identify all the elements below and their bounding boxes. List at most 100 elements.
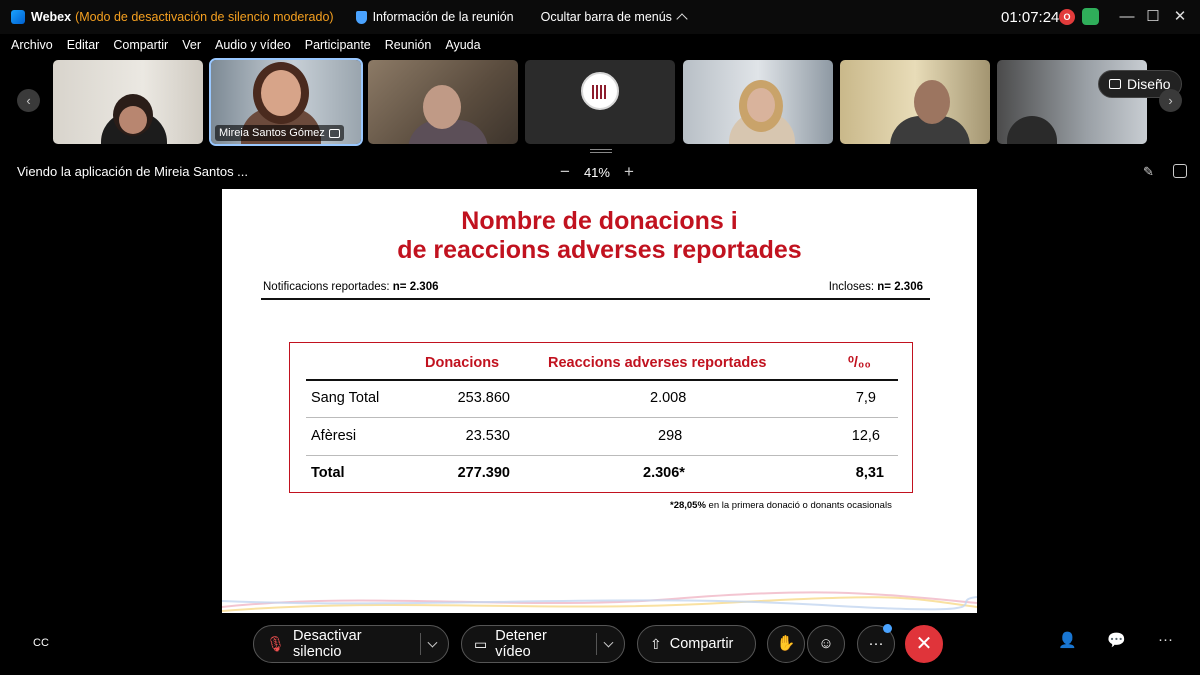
active-participant-name: Mireia Santos Gómez bbox=[219, 127, 325, 139]
included-label: Incloses: bbox=[828, 281, 875, 293]
notifications-reported: Notificacions reportades: n= 2.306 bbox=[263, 281, 438, 293]
row-donacions: 23.530 bbox=[465, 428, 510, 444]
captions-icon[interactable]: CC bbox=[22, 625, 60, 663]
row-donacions: 253.860 bbox=[457, 390, 510, 406]
app-name: Webex bbox=[31, 10, 72, 24]
participant-video-1[interactable] bbox=[53, 60, 203, 144]
divider bbox=[261, 298, 930, 300]
participant-face bbox=[119, 106, 147, 134]
scroll-right-button[interactable]: › bbox=[1159, 89, 1182, 112]
chat-icon[interactable]: 💬 bbox=[1107, 631, 1126, 649]
row-reaccions: 2.008 bbox=[650, 390, 687, 406]
separator bbox=[596, 633, 598, 655]
participant-video-5[interactable] bbox=[683, 60, 833, 144]
hide-menu-bar-button[interactable]: Ocultar barra de menús bbox=[540, 10, 688, 25]
camera-icon: ▭ bbox=[474, 635, 488, 652]
total-label: Total bbox=[311, 465, 345, 481]
stop-video-label: Detener vídeo bbox=[495, 628, 547, 660]
participant-video-3[interactable] bbox=[368, 60, 518, 144]
header-donacions: Donacions bbox=[425, 355, 500, 371]
maximize-button[interactable]: ☐ bbox=[1143, 7, 1163, 27]
separator bbox=[420, 633, 422, 655]
stop-video-button[interactable]: ▭ Detener vídeo bbox=[461, 625, 625, 663]
share-screen-icon bbox=[328, 128, 340, 138]
share-view-bar: Viendo la aplicación de Mireia Santos ..… bbox=[0, 158, 1200, 186]
row-reaccions: 298 bbox=[658, 428, 683, 444]
total-donacions: 277.390 bbox=[457, 465, 510, 481]
row-label: Afèresi bbox=[311, 428, 357, 444]
raise-hand-button[interactable]: ✋ bbox=[767, 625, 805, 663]
reactions-button[interactable]: ☺ bbox=[807, 625, 845, 663]
unmute-label: Desactivar silencio bbox=[293, 628, 362, 660]
notifications-value: n= 2.306 bbox=[392, 281, 439, 293]
chevron-down-icon[interactable] bbox=[603, 637, 614, 647]
mic-muted-icon: 🎙 bbox=[266, 636, 286, 653]
menu-participante[interactable]: Participante bbox=[305, 34, 371, 56]
header-divider bbox=[306, 379, 898, 381]
menu-editar[interactable]: Editar bbox=[67, 34, 100, 56]
participant-face bbox=[914, 80, 950, 124]
notification-dot bbox=[883, 624, 892, 633]
participant-face bbox=[423, 85, 461, 129]
decorative-wave bbox=[222, 591, 977, 612]
header-permil: ⁰/₀₀ bbox=[848, 355, 871, 371]
zoom-out-button[interactable]: − bbox=[560, 162, 570, 182]
total-reaccions: 2.306* bbox=[643, 465, 685, 481]
recording-badge[interactable]: O bbox=[1059, 9, 1075, 25]
included-value: n= 2.306 bbox=[877, 281, 923, 293]
row-permil: 7,9 bbox=[855, 390, 876, 406]
header-reaccions: Reaccions adverses reportades bbox=[548, 355, 767, 371]
resize-handle[interactable] bbox=[590, 149, 612, 153]
share-label: Compartir bbox=[669, 636, 734, 652]
hide-menu-label: Ocultar barra de menús bbox=[540, 10, 672, 24]
share-button[interactable]: ⇧ Compartir bbox=[637, 625, 756, 663]
menu-audio-video[interactable]: Audio y vídeo bbox=[215, 34, 291, 56]
menu-reunion[interactable]: Reunión bbox=[385, 34, 432, 56]
pop-out-icon[interactable] bbox=[1173, 164, 1187, 178]
participants-icon[interactable]: 👤 bbox=[1058, 631, 1077, 649]
included-count: Incloses: n= 2.306 bbox=[829, 281, 923, 293]
slide-title-line-2: de reaccions adverses reportades bbox=[397, 236, 802, 264]
chevron-up-icon bbox=[676, 13, 688, 25]
menu-ayuda[interactable]: Ayuda bbox=[445, 34, 480, 56]
participant-video-6[interactable] bbox=[840, 60, 990, 144]
meeting-timer: 01:07:24 bbox=[1001, 9, 1060, 26]
close-window-button[interactable]: ✕ bbox=[1170, 7, 1190, 27]
slide-footnote: *28,05% en la primera donació o donants … bbox=[670, 500, 892, 511]
menu-ver[interactable]: Ver bbox=[182, 34, 201, 56]
layout-icon bbox=[1109, 79, 1121, 89]
row-divider bbox=[306, 455, 898, 456]
annotate-icon[interactable]: ✎ bbox=[1143, 164, 1157, 179]
zoom-level: 41% bbox=[583, 164, 610, 180]
menu-bar: Archivo Editar Compartir Ver Audio y víd… bbox=[0, 34, 1200, 56]
total-permil: 8,31 bbox=[855, 465, 884, 481]
meeting-info-button[interactable]: Información de la reunión bbox=[355, 10, 514, 24]
menu-archivo[interactable]: Archivo bbox=[11, 34, 53, 56]
viewing-app-label: Viendo la aplicación de Mireia Santos ..… bbox=[17, 164, 249, 179]
participant-video-4[interactable] bbox=[525, 60, 675, 144]
network-stats-icon[interactable] bbox=[1082, 8, 1099, 25]
scroll-left-button[interactable]: ‹ bbox=[17, 89, 40, 112]
minimize-button[interactable]: — bbox=[1117, 7, 1137, 27]
data-table: Donacions Reaccions adverses reportades … bbox=[289, 342, 913, 493]
participant-face bbox=[261, 70, 301, 116]
share-icon: ⇧ bbox=[650, 635, 662, 652]
notifications-label: Notificacions reportades: bbox=[263, 281, 390, 293]
participant-video-active[interactable]: Mireia Santos Gómez bbox=[209, 58, 363, 146]
zoom-in-button[interactable]: + bbox=[624, 162, 634, 182]
more-panels-icon[interactable]: ··· bbox=[1158, 631, 1173, 648]
footnote-text: en la primera donació o donants ocasiona… bbox=[705, 500, 892, 511]
row-label: Sang Total bbox=[311, 390, 380, 406]
organization-logo-icon bbox=[581, 72, 619, 110]
row-divider bbox=[306, 417, 898, 418]
unmute-button[interactable]: 🎙 Desactivar silencio bbox=[253, 625, 449, 663]
menu-compartir[interactable]: Compartir bbox=[113, 34, 168, 56]
zoom-control: − 41% + bbox=[560, 162, 634, 182]
chevron-down-icon[interactable] bbox=[427, 637, 438, 647]
footnote-percentage: *28,05% bbox=[670, 500, 706, 511]
shield-icon bbox=[355, 10, 367, 24]
participant-name-tag: Mireia Santos Gómez bbox=[215, 125, 344, 141]
participant-face bbox=[747, 88, 775, 122]
webex-logo-icon bbox=[11, 10, 25, 24]
leave-meeting-button[interactable]: ✕ bbox=[905, 625, 943, 663]
